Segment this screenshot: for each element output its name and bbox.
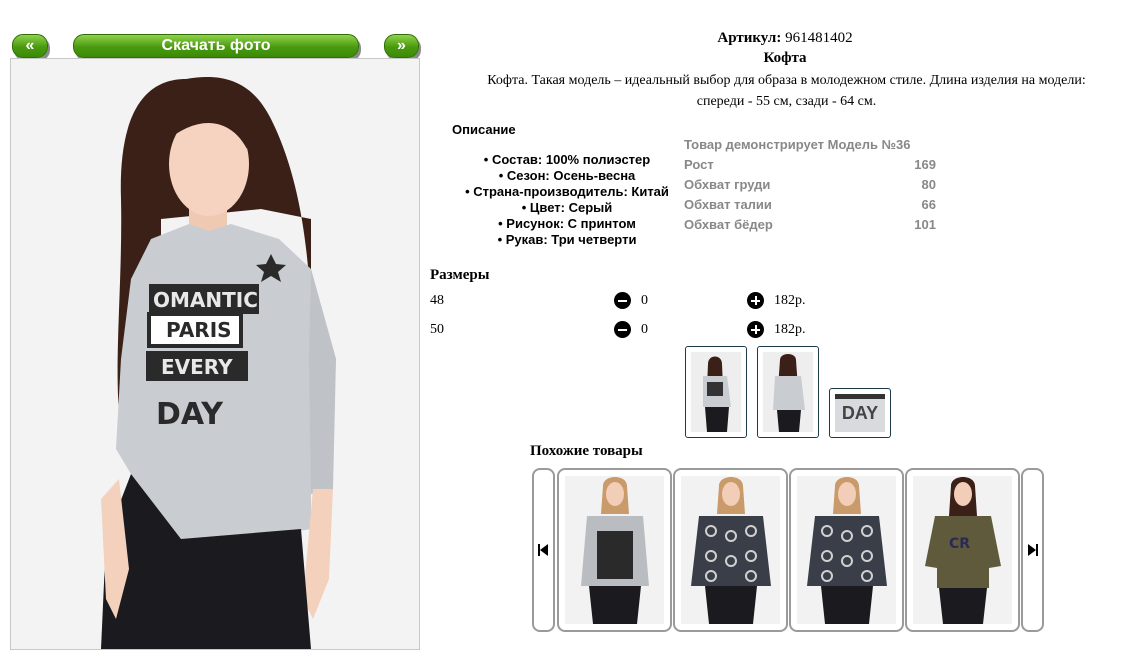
increase-quantity-icon[interactable]: [747, 321, 764, 338]
svg-text:EVERY: EVERY: [161, 355, 233, 379]
description-list: • Состав: 100% полиэстер • Сезон: Осень-…: [450, 152, 684, 248]
decrease-quantity-icon[interactable]: [614, 321, 631, 338]
similar-next-button[interactable]: [1021, 468, 1044, 632]
similar-product-image: [681, 476, 780, 624]
similar-product-image: [797, 476, 896, 624]
thumbnail-detail[interactable]: DAY: [829, 388, 891, 438]
product-description: Кофта. Такая модель – идеальный выбор дл…: [430, 70, 1143, 112]
similar-prev-button[interactable]: [532, 468, 555, 632]
download-photo-button[interactable]: Скачать фото: [73, 34, 359, 58]
model-row-label: Обхват бёдер: [684, 217, 773, 232]
size-label: 48: [430, 293, 444, 308]
product-title: Кофта: [763, 50, 807, 66]
svg-text:DAY: DAY: [156, 397, 224, 432]
model-row-value: 169: [914, 157, 936, 172]
similar-product-card[interactable]: [789, 468, 904, 632]
similar-product-card[interactable]: [673, 468, 788, 632]
model-row-value: 66: [921, 197, 936, 212]
description-item: • Страна-производитель: Китай: [465, 184, 669, 199]
thumbnail-print-text: DAY: [841, 403, 879, 423]
model-row-label: Обхват груди: [684, 177, 771, 192]
description-line-1: Кофта. Такая модель – идеальный выбор дл…: [487, 73, 1086, 88]
article-line: Артикул: 961481402: [690, 30, 880, 47]
next-photo-button[interactable]: »: [384, 34, 419, 58]
quantity-value: 0: [641, 293, 648, 308]
model-row-chest: Обхват груди 80: [684, 177, 936, 197]
skip-forward-icon: [1028, 544, 1038, 556]
description-item: • Рукав: Три четверти: [497, 232, 637, 247]
description-item: • Сезон: Осень-весна: [498, 168, 636, 183]
decrease-quantity-icon[interactable]: [614, 292, 631, 309]
similar-product-card[interactable]: [557, 468, 672, 632]
sizes-heading: Размеры: [430, 267, 490, 283]
size-price: 182р.: [774, 322, 806, 337]
product-photo-icon: OMANTIC PARIS EVERY DAY: [11, 59, 419, 649]
svg-text:OMANTIC: OMANTIC: [153, 288, 258, 312]
description-heading: Описание: [452, 122, 516, 137]
model-row-height: Рост 169: [684, 157, 936, 177]
thumbnail-image: [691, 352, 741, 432]
similar-heading: Похожие товары: [530, 443, 643, 459]
size-price: 182р.: [774, 293, 806, 308]
thumbnail-front[interactable]: [685, 346, 747, 438]
model-row-value: 80: [921, 177, 936, 192]
increase-quantity-icon[interactable]: [747, 292, 764, 309]
description-item: • Цвет: Серый: [521, 200, 613, 215]
model-row-label: Обхват талии: [684, 197, 772, 212]
main-product-image[interactable]: OMANTIC PARIS EVERY DAY: [10, 58, 420, 650]
model-row-label: Рост: [684, 157, 714, 172]
prev-photo-button[interactable]: «: [12, 34, 48, 58]
thumbnail-image: DAY: [835, 394, 885, 432]
similar-product-card[interactable]: CR: [905, 468, 1020, 632]
description-line-2: спереди - 55 см, сзади - 64 см.: [696, 94, 877, 109]
quantity-value: 0: [641, 322, 648, 337]
similar-product-image: [565, 476, 664, 624]
skip-back-icon: [538, 544, 548, 556]
model-row-value: 101: [914, 217, 936, 232]
model-row-waist: Обхват талии 66: [684, 197, 936, 217]
thumbnail-image: [763, 352, 813, 432]
description-item: • Состав: 100% полиэстер: [483, 152, 651, 167]
size-label: 50: [430, 322, 444, 337]
similar-card-print: CR: [949, 536, 970, 552]
description-item: • Рисунок: С принтом: [498, 216, 636, 231]
model-row-hips: Обхват бёдер 101: [684, 217, 936, 237]
svg-text:PARIS: PARIS: [166, 318, 232, 342]
similar-product-image: CR: [913, 476, 1012, 624]
article-label: Артикул:: [717, 30, 782, 46]
article-value: 961481402: [785, 30, 853, 46]
model-heading: Товар демонстрирует Модель №36: [684, 137, 911, 152]
thumbnail-back[interactable]: [757, 346, 819, 438]
